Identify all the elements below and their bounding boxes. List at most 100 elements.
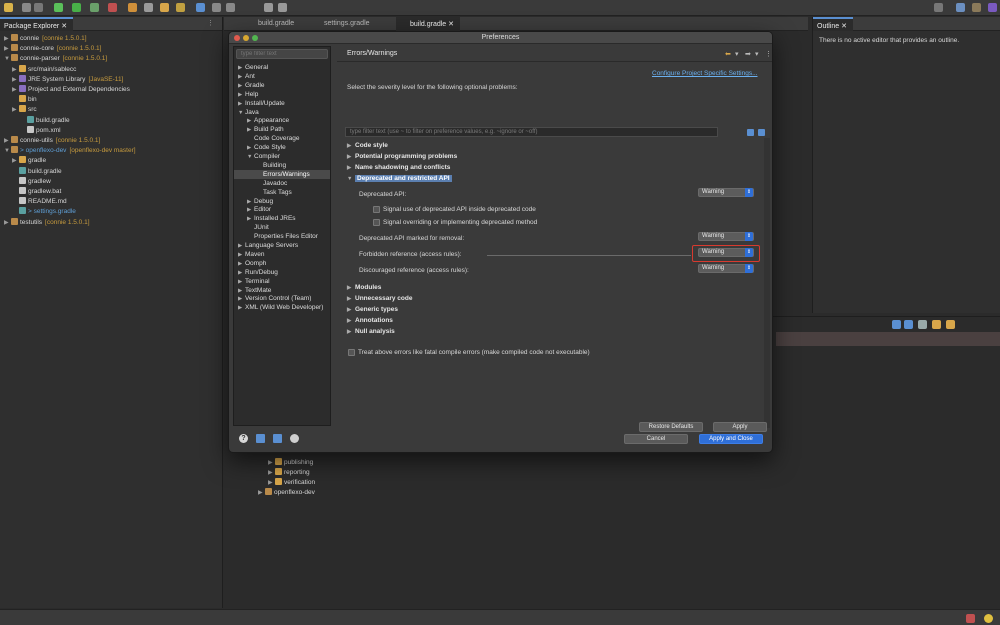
severity-filter-input[interactable]: type filter text (use ~ to filter on pre… xyxy=(345,127,718,137)
apply-button[interactable]: Apply xyxy=(713,422,767,432)
treat-errors-fatal-checkbox[interactable] xyxy=(348,349,355,356)
pref-nav-item[interactable]: ▶ Run/Debug xyxy=(234,268,330,277)
tree-item[interactable]: pom.xml xyxy=(20,125,61,136)
apply-and-close-button[interactable]: Apply and Close xyxy=(699,434,763,444)
tree-item[interactable]: ▶ Project and External Dependencies xyxy=(12,85,130,95)
debug-icon[interactable] xyxy=(54,3,63,12)
forward-nav-icon[interactable]: ➡ xyxy=(745,50,751,58)
expand-arrow-icon[interactable]: ▶ xyxy=(258,488,265,498)
filter-icon[interactable] xyxy=(918,320,927,329)
pref-nav-item[interactable]: ▶ Installed JREs xyxy=(234,214,330,223)
open-type-icon[interactable] xyxy=(160,3,169,12)
expand-arrow-icon[interactable]: ▶ xyxy=(268,478,275,488)
editor-tab-settings-gradle[interactable]: settings.gradle xyxy=(310,17,376,31)
section-deprecated-restricted-api[interactable]: ▼ Deprecated and restricted API xyxy=(347,175,452,182)
pref-nav-item[interactable]: ▶ Editor xyxy=(234,205,330,214)
expand-arrow-icon[interactable]: ▶ xyxy=(12,156,19,166)
override-deprecated-checkbox[interactable] xyxy=(373,219,380,226)
expand-arrow-icon[interactable]: ▶ xyxy=(4,34,11,44)
search-icon[interactable] xyxy=(934,3,943,12)
new-java-project-icon[interactable] xyxy=(128,3,137,12)
expand-arrow-icon[interactable]: ▶ xyxy=(12,75,19,85)
pref-nav-item[interactable]: Properties Files Editor xyxy=(234,232,330,241)
coverage-icon[interactable] xyxy=(90,3,99,12)
tree-item[interactable]: bin xyxy=(12,95,37,105)
pref-nav-item[interactable]: Javadoc xyxy=(234,179,330,188)
tree-item[interactable]: build.gradle xyxy=(20,115,70,126)
pref-nav-item[interactable]: ▶ Terminal xyxy=(234,277,330,286)
tip-icon[interactable] xyxy=(984,614,993,623)
page-scrollbar[interactable] xyxy=(764,138,770,428)
gradle-task-item[interactable]: ▶ reporting xyxy=(268,468,310,478)
pref-nav-item[interactable]: JUnit xyxy=(234,223,330,232)
editor-tab-build-gradle-2[interactable]: build.gradle ✕ xyxy=(396,17,461,31)
tree-item[interactable]: gradlew xyxy=(12,176,51,187)
discouraged-reference-select[interactable]: Warning ⇕ xyxy=(698,264,754,273)
package-explorer-tab[interactable]: Package Explorer ✕ xyxy=(0,17,74,31)
pref-nav-item[interactable]: ▶ General xyxy=(234,63,330,72)
expand-all-icon[interactable] xyxy=(747,129,754,136)
tree-item[interactable]: ▶ src xyxy=(12,105,37,115)
pref-nav-item[interactable]: ▶ Ant xyxy=(234,72,330,81)
section-name-shadowing[interactable]: ▶ Name shadowing and conflicts xyxy=(347,164,450,171)
forward-menu-icon[interactable]: ▾ xyxy=(755,50,759,58)
pref-nav-item[interactable]: ▶ Maven xyxy=(234,250,330,259)
zoom-window-icon[interactable] xyxy=(252,35,258,41)
perspective-icon[interactable] xyxy=(956,3,965,12)
export-icon[interactable] xyxy=(273,434,282,443)
expand-arrow-icon[interactable]: ▶ xyxy=(268,458,275,468)
minimize-window-icon[interactable] xyxy=(243,35,249,41)
collapse-icon[interactable] xyxy=(892,320,901,329)
expand-arrow-icon[interactable]: ▶ xyxy=(268,468,275,478)
restore-defaults-button[interactable]: Restore Defaults xyxy=(639,422,703,432)
help-icon[interactable]: ? xyxy=(239,434,248,443)
terminal-icon[interactable] xyxy=(196,3,205,12)
tree-item[interactable]: README.md xyxy=(12,197,67,207)
pref-nav-item[interactable]: Code Coverage xyxy=(234,134,330,143)
problems-icon[interactable] xyxy=(966,614,975,623)
pref-nav-item[interactable]: ▶ TextMate xyxy=(234,286,330,295)
back-nav-icon[interactable]: ⬅ xyxy=(725,50,731,58)
tree-item[interactable]: ▼ connie-parser [connie 1.5.0.1] xyxy=(4,54,107,64)
deprecated-api-select[interactable]: Warning ⇕ xyxy=(698,188,754,197)
import-icon[interactable] xyxy=(256,434,265,443)
section-unnecessary-code[interactable]: ▶ Unnecessary code xyxy=(347,295,412,302)
tree-item[interactable]: ▶ connie-utils [connie 1.5.0.1] xyxy=(4,136,100,146)
oomph-record-icon[interactable] xyxy=(290,434,299,443)
section-modules[interactable]: ▶ Modules xyxy=(347,284,381,291)
outline-tab[interactable]: Outline ✕ xyxy=(813,17,853,31)
pref-nav-item[interactable]: ▶ Oomph xyxy=(234,259,330,268)
tree-item[interactable]: > settings.gradle xyxy=(12,207,76,217)
gradle-task-item[interactable]: ▶ verification xyxy=(268,478,315,488)
tree-item[interactable]: build.gradle xyxy=(12,166,62,177)
close-window-icon[interactable] xyxy=(234,35,240,41)
pref-nav-item[interactable]: Task Tags xyxy=(234,188,330,197)
search-tool-icon[interactable] xyxy=(176,3,185,12)
forward-icon[interactable] xyxy=(278,3,287,12)
expand-arrow-icon[interactable]: ▶ xyxy=(4,44,11,54)
toggle-mark-icon[interactable] xyxy=(212,3,221,12)
pref-nav-item[interactable]: ▶ Appearance xyxy=(234,116,330,125)
save-all-icon[interactable] xyxy=(34,3,43,12)
new-package-icon[interactable] xyxy=(144,3,153,12)
section-code-style[interactable]: ▶ Code style xyxy=(347,142,388,149)
refresh-icon[interactable] xyxy=(946,320,955,329)
link-icon[interactable] xyxy=(932,320,941,329)
pref-nav-item[interactable]: ▶ Gradle xyxy=(234,81,330,90)
tree-item[interactable]: ▶ connie-core [connie 1.5.0.1] xyxy=(4,44,101,54)
pref-nav-item[interactable]: ▶ Debug xyxy=(234,197,330,206)
save-icon[interactable] xyxy=(22,3,31,12)
close-icon[interactable]: ✕ xyxy=(61,23,67,30)
section-annotations[interactable]: ▶ Annotations xyxy=(347,317,393,324)
expand-arrow-icon[interactable]: ▶ xyxy=(12,105,19,115)
gradle-task-item[interactable]: ▶ openflexo-dev xyxy=(258,488,315,498)
tree-item[interactable]: gradlew.bat xyxy=(12,187,61,197)
pref-nav-item[interactable]: ▶ Language Servers xyxy=(234,241,330,250)
pref-nav-item[interactable]: ▶ Install/Update xyxy=(234,99,330,108)
editor-tab-build-gradle-1[interactable]: build.gradle xyxy=(244,17,300,31)
back-icon[interactable] xyxy=(264,3,273,12)
expand-arrow-icon[interactable]: ▶ xyxy=(4,136,11,146)
tree-item[interactable]: ▶ gradle xyxy=(12,156,46,166)
annotation-icon[interactable] xyxy=(226,3,235,12)
debug-perspective-icon[interactable] xyxy=(988,3,997,12)
